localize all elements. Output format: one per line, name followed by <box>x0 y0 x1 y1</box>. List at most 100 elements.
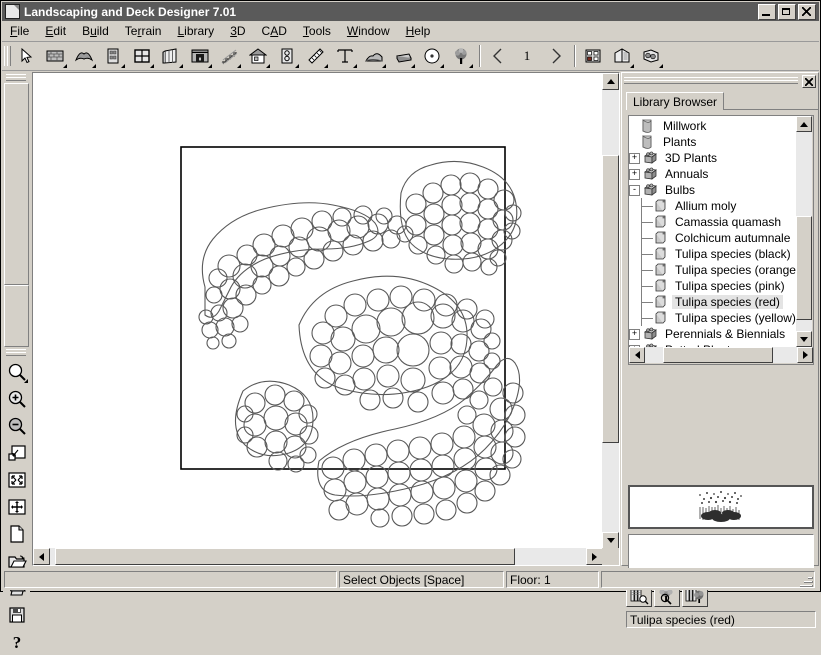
tree-expander-plus-icon[interactable]: + <box>629 169 640 180</box>
menu-item-tools[interactable]: Tools <box>295 22 339 40</box>
tree-expander-plus-icon[interactable]: + <box>629 329 640 340</box>
scroll-up-button[interactable] <box>602 73 619 90</box>
next-floor-icon[interactable] <box>542 43 570 70</box>
toolbar-grip[interactable] <box>4 45 10 67</box>
library-tree-item-label: Tulipa species (yellow) <box>672 311 796 325</box>
tree-vertical-scroll-thumb[interactable] <box>796 216 812 320</box>
canvas-vertical-scrollbar[interactable] <box>602 73 619 549</box>
library-tree-item[interactable]: -Bulbs <box>629 182 796 198</box>
zoom-icon[interactable] <box>3 358 30 385</box>
view-toolbar-grip-bottom[interactable] <box>5 348 28 357</box>
terrain-icon[interactable] <box>360 43 388 70</box>
library-tree-item[interactable]: Tulipa species (red) <box>629 294 796 310</box>
library-tree-item[interactable]: Tulipa species (yellow) <box>629 310 796 326</box>
fireplace-icon[interactable] <box>186 43 214 70</box>
library-tree-item[interactable]: Tulipa species (black) <box>629 246 796 262</box>
library-tree-item[interactable]: +3D Plants <box>629 150 796 166</box>
document-icon <box>5 4 20 19</box>
library-tree-item-label: Tulipa species (black) <box>672 247 794 261</box>
library-tree-item[interactable]: Millwork <box>629 118 796 134</box>
camera-icon[interactable] <box>637 43 665 70</box>
tree-scroll-right-button[interactable] <box>797 347 813 363</box>
stairs-icon[interactable] <box>215 43 243 70</box>
scroll-down-button[interactable] <box>602 532 619 549</box>
zoom-out-icon[interactable] <box>3 412 30 439</box>
tree-horizontal-scroll-thumb[interactable] <box>663 347 773 363</box>
library-tree-item-label: Allium moly <box>672 199 739 213</box>
help-icon[interactable]: ? <box>3 628 30 655</box>
house-icon[interactable] <box>244 43 272 70</box>
tree-expander-plus-icon[interactable]: + <box>629 153 640 164</box>
library-tree-item[interactable]: +Perennials & Biennials <box>629 326 796 342</box>
elevation-icon[interactable] <box>579 43 607 70</box>
new-plan-icon[interactable] <box>3 520 30 547</box>
pan-icon[interactable] <box>3 493 30 520</box>
door-icon[interactable] <box>99 43 127 70</box>
plant-tree-icon[interactable] <box>447 43 475 70</box>
text-tool-icon[interactable] <box>331 43 359 70</box>
library-tree-item-label: Annuals <box>662 167 711 181</box>
tree-scroll-left-button[interactable] <box>629 347 645 363</box>
tab-library-browser[interactable]: Library Browser <box>626 92 724 110</box>
tree-expander-minus-icon[interactable]: - <box>629 185 640 196</box>
zoom-extents-icon[interactable] <box>3 466 30 493</box>
library-tree-horizontal-scrollbar[interactable] <box>629 347 813 364</box>
status-bar: Select Objects [Space] Floor: 1 <box>2 568 819 590</box>
horizontal-scroll-thumb[interactable] <box>55 548 515 565</box>
scroll-left-button[interactable] <box>33 548 50 565</box>
zoom-in-icon[interactable] <box>3 385 30 412</box>
close-button[interactable] <box>798 4 816 20</box>
ruler-icon[interactable] <box>302 43 330 70</box>
library-tree[interactable]: MillworkPlants+3D Plants+Annuals-BulbsAl… <box>628 115 814 365</box>
cabinet-icon[interactable] <box>157 43 185 70</box>
previous-floor-icon[interactable] <box>484 43 512 70</box>
cross-section-icon[interactable] <box>608 43 636 70</box>
floor-number-label: 1 <box>524 48 531 64</box>
scroll-right-button[interactable] <box>586 548 603 565</box>
menu-item-build[interactable]: Build <box>74 22 117 40</box>
deck-icon[interactable] <box>389 43 417 70</box>
save-icon[interactable] <box>3 601 30 628</box>
library-tree-vertical-scrollbar[interactable] <box>796 116 813 347</box>
library-item-icon <box>653 295 669 309</box>
plan-drawing-area[interactable] <box>33 73 603 549</box>
menu-item-edit[interactable]: Edit <box>37 22 74 40</box>
menu-item-window[interactable]: Window <box>339 22 398 40</box>
triangle-right-icon <box>803 351 808 359</box>
library-panel-close-button[interactable] <box>802 75 816 88</box>
select-arrow-icon[interactable] <box>12 43 40 70</box>
window-title: Landscaping and Deck Designer 7.01 <box>24 5 758 19</box>
menu-item-3d[interactable]: 3D <box>222 22 253 40</box>
menu-item-cad[interactable]: CAD <box>254 22 295 40</box>
maximize-button[interactable] <box>778 4 796 20</box>
menu-item-terrain[interactable]: Terrain <box>117 22 170 40</box>
menu-item-help[interactable]: Help <box>398 22 439 40</box>
floor-number-icon[interactable]: 1 <box>513 43 541 70</box>
library-tree-item[interactable]: Allium moly <box>629 198 796 214</box>
circle-tool-icon[interactable] <box>418 43 446 70</box>
resize-grip-icon[interactable] <box>799 573 813 587</box>
roof-icon[interactable] <box>70 43 98 70</box>
library-tree-item[interactable]: + Annuals <box>629 166 796 182</box>
fill-window-icon[interactable] <box>3 439 30 466</box>
library-tree-items[interactable]: MillworkPlants+3D Plants+Annuals-BulbsAl… <box>629 116 796 347</box>
tree-scroll-down-button[interactable] <box>796 331 812 347</box>
library-tree-item[interactable]: Plants <box>629 134 796 150</box>
window-icon[interactable] <box>128 43 156 70</box>
vertical-scroll-thumb[interactable] <box>602 155 619 443</box>
minimize-button[interactable] <box>758 4 776 20</box>
library-tree-item[interactable]: Colchicum autumnale <box>629 230 796 246</box>
electrical-icon[interactable] <box>273 43 301 70</box>
tree-connector-line <box>641 294 653 310</box>
view-toolbar-grip-top[interactable] <box>5 73 28 82</box>
menu-item-file[interactable]: File <box>2 22 37 40</box>
tree-scroll-up-button[interactable] <box>796 116 812 132</box>
menu-item-library[interactable]: Library <box>169 22 222 40</box>
triangle-left-icon <box>39 553 44 561</box>
library-panel-grip[interactable] <box>624 77 798 84</box>
library-tree-item[interactable]: Tulipa species (orange) <box>629 262 796 278</box>
library-tree-item[interactable]: Camassia quamash <box>629 214 796 230</box>
wall-icon[interactable] <box>41 43 69 70</box>
canvas-horizontal-scrollbar[interactable] <box>33 548 603 565</box>
library-tree-item[interactable]: Tulipa species (pink) <box>629 278 796 294</box>
